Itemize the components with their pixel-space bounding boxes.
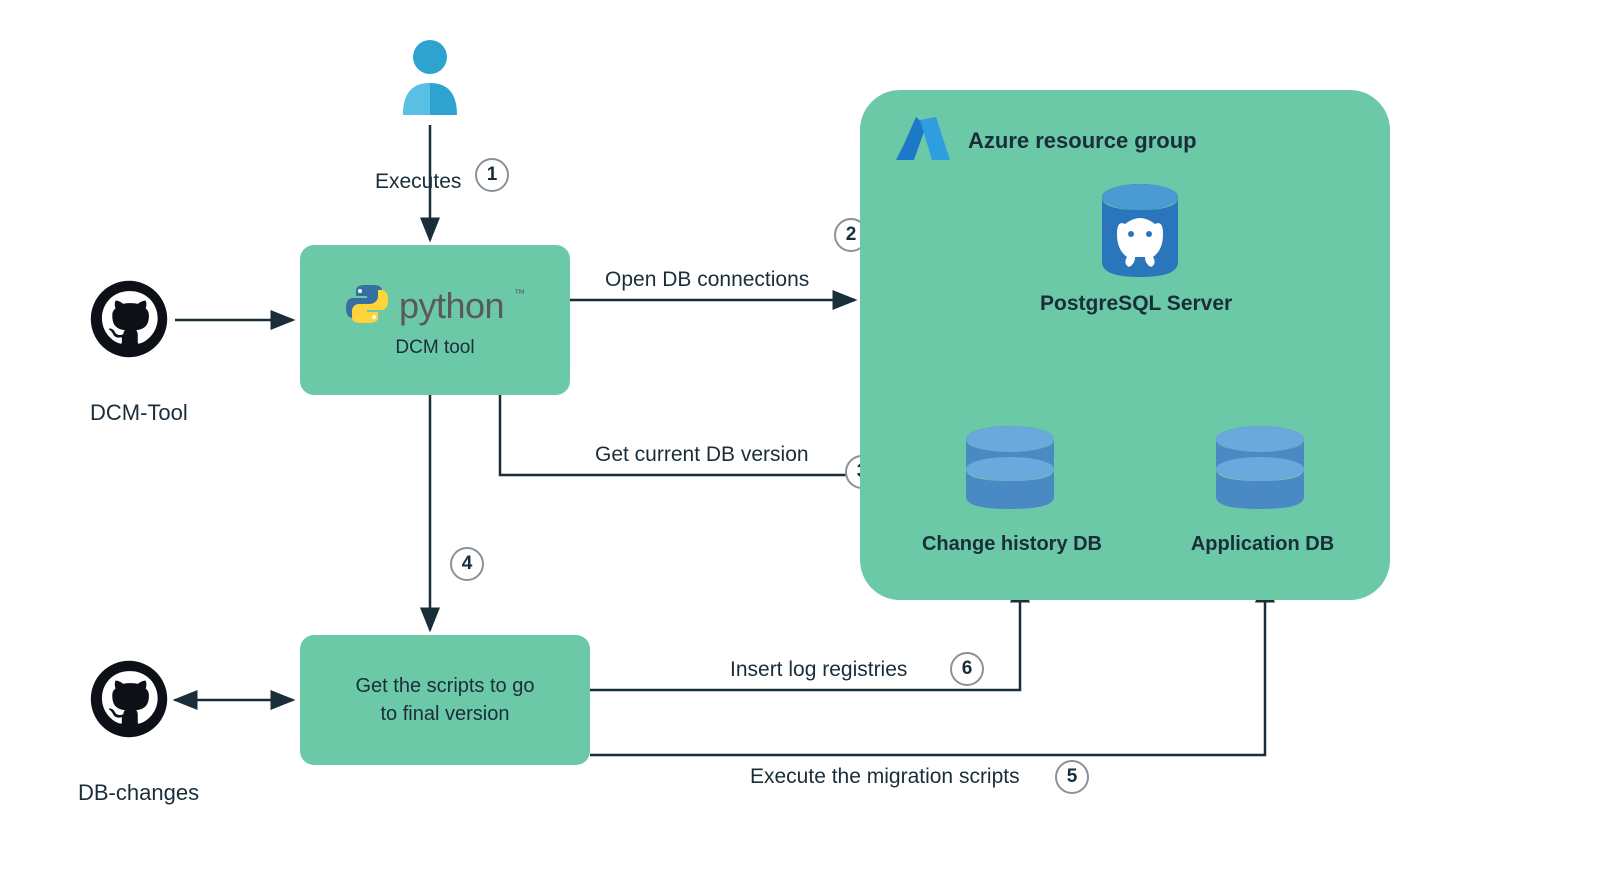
insert-log-label: Insert log registries xyxy=(730,658,907,682)
dcm-tool-node: python ™ DCM tool xyxy=(300,245,570,395)
executes-label: Executes xyxy=(375,170,461,194)
step-1-badge: 1 xyxy=(475,158,509,192)
step-5-number: 5 xyxy=(1067,766,1078,788)
postgresql-icon xyxy=(1095,269,1185,286)
open-db-conn-label: Open DB connections xyxy=(605,268,809,292)
azure-icon xyxy=(896,114,950,167)
database-icon-application xyxy=(1210,507,1310,524)
db-changes-repo-label: DB-changes xyxy=(78,780,199,806)
get-version-label: Get current DB version xyxy=(595,443,809,467)
step-4-badge: 4 xyxy=(450,547,484,581)
application-db-label: Application DB xyxy=(1170,533,1355,556)
step-2-number: 2 xyxy=(846,224,857,246)
exec-scripts-label: Execute the migration scripts xyxy=(750,765,1020,789)
user-icon xyxy=(393,35,467,128)
azure-resource-group: Azure resource group PostgreSQL Server xyxy=(860,90,1390,600)
step-4-number: 4 xyxy=(462,553,473,575)
postgresql-label: PostgreSQL Server xyxy=(1040,292,1232,316)
dcm-tool-caption: DCM tool xyxy=(395,337,474,359)
github-icon-db-changes xyxy=(90,660,168,743)
step-1-number: 1 xyxy=(487,164,498,186)
step-6-number: 6 xyxy=(962,658,973,680)
python-icon xyxy=(345,282,389,331)
scripts-text-line1: Get the scripts to go xyxy=(356,672,535,700)
scripts-node: Get the scripts to go to final version xyxy=(300,635,590,765)
step-6-badge: 6 xyxy=(950,652,984,686)
python-tech-label: python xyxy=(399,285,504,327)
azure-title: Azure resource group xyxy=(968,128,1197,154)
scripts-text-line2: to final version xyxy=(356,700,535,728)
database-icon-change-history xyxy=(960,507,1060,524)
dcm-tool-repo-label: DCM-Tool xyxy=(90,400,188,426)
step-5-badge: 5 xyxy=(1055,760,1089,794)
change-history-db-label: Change history DB xyxy=(912,533,1112,556)
github-icon-dcm-tool xyxy=(90,280,168,363)
